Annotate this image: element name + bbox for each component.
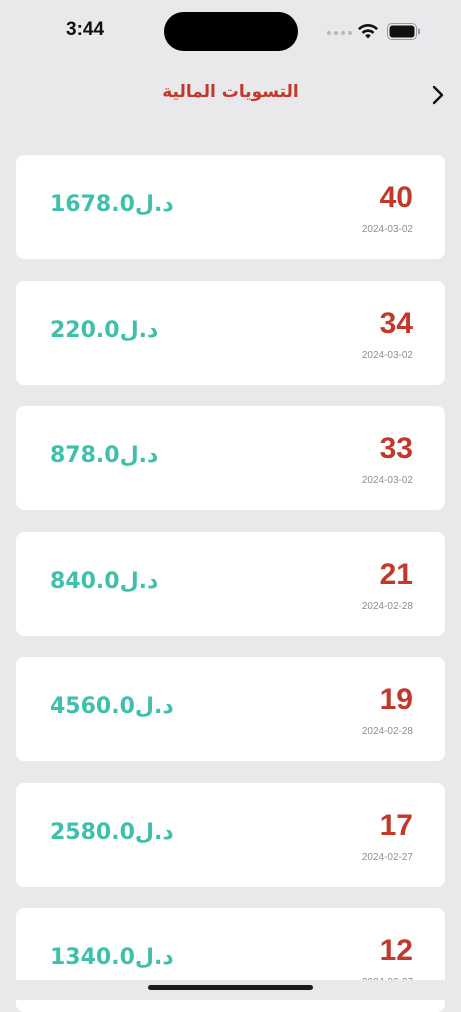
settlement-card[interactable]: د.ل878.0 33 2024-03-02 xyxy=(16,406,445,510)
settlement-number: 34 xyxy=(379,307,413,340)
currency-label: د.ل xyxy=(119,443,159,468)
back-button[interactable] xyxy=(424,78,452,112)
dynamic-island xyxy=(164,12,298,51)
settlement-number: 21 xyxy=(379,558,413,591)
settlement-card[interactable]: د.ل2580.0 17 2024-02-27 xyxy=(16,783,445,887)
battery-icon xyxy=(387,23,420,40)
chevron-right-icon xyxy=(432,85,444,105)
settlement-number: 33 xyxy=(379,432,413,465)
page-title: التسويات المالية xyxy=(162,82,299,102)
settlement-date: 2024-03-02 xyxy=(361,350,413,361)
settlement-date: 2024-02-27 xyxy=(361,852,413,863)
currency-label: د.ل xyxy=(119,318,159,343)
amount-value: 2580.0 xyxy=(50,820,135,845)
settlement-amount: د.ل4560.0 xyxy=(50,694,184,719)
status-time: 3:44 xyxy=(66,19,105,40)
settlement-number: 40 xyxy=(379,181,413,214)
settlement-date: 2024-02-28 xyxy=(361,726,413,737)
settlement-amount: د.ل1340.0 xyxy=(50,945,184,970)
currency-label: د.ل xyxy=(134,694,174,719)
amount-value: 878.0 xyxy=(50,443,120,468)
currency-label: د.ل xyxy=(134,192,174,217)
amount-value: 840.0 xyxy=(50,569,120,594)
amount-value: 4560.0 xyxy=(50,694,135,719)
settlement-date: 2024-02-28 xyxy=(361,601,413,612)
status-bar: 3:44 xyxy=(0,0,461,60)
settlement-card[interactable]: د.ل1678.0 40 2024-03-02 xyxy=(16,155,445,259)
settlement-number: 17 xyxy=(379,809,413,842)
settlement-card[interactable]: د.ل220.0 34 2024-03-02 xyxy=(16,281,445,385)
currency-label: د.ل xyxy=(119,569,159,594)
settlement-card[interactable]: د.ل840.0 21 2024-02-28 xyxy=(16,532,445,636)
home-indicator[interactable] xyxy=(148,985,313,990)
navigation-header: التسويات المالية xyxy=(0,78,461,112)
amount-value: 1340.0 xyxy=(50,945,135,970)
bottom-safe-area xyxy=(0,980,461,1000)
settlement-card[interactable]: د.ل4560.0 19 2024-02-28 xyxy=(16,657,445,761)
currency-label: د.ل xyxy=(134,820,174,845)
currency-label: د.ل xyxy=(134,945,174,970)
wifi-icon xyxy=(358,23,378,39)
settlement-amount: د.ل1678.0 xyxy=(50,192,184,217)
settlement-amount: د.ل840.0 xyxy=(50,569,168,594)
settlement-date: 2024-03-02 xyxy=(361,475,413,486)
amount-value: 220.0 xyxy=(50,318,120,343)
settlement-number: 12 xyxy=(379,934,413,967)
settlement-amount: د.ل220.0 xyxy=(50,318,168,343)
settlement-amount: د.ل878.0 xyxy=(50,443,168,468)
settlement-date: 2024-03-02 xyxy=(361,224,413,235)
settlement-amount: د.ل2580.0 xyxy=(50,820,184,845)
amount-value: 1678.0 xyxy=(50,192,135,217)
cellular-signal-icon xyxy=(327,31,352,35)
settlement-number: 19 xyxy=(379,683,413,716)
